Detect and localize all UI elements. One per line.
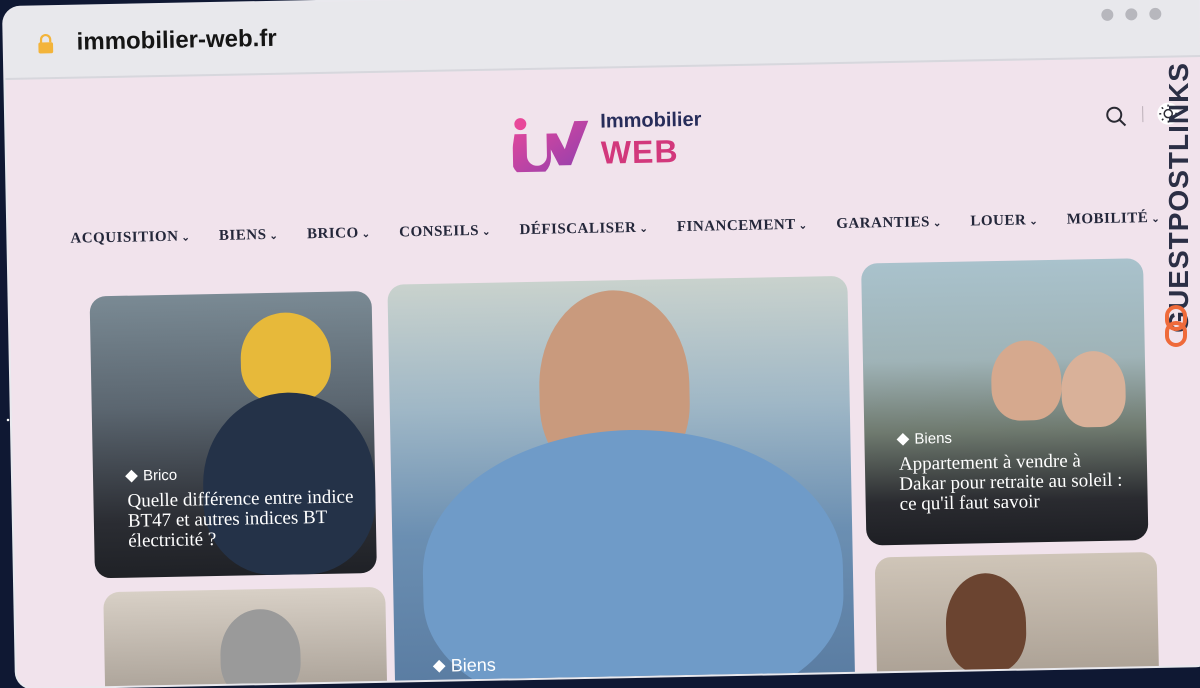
- nav-item-biens[interactable]: BIENS⌄: [219, 227, 279, 245]
- chevron-down-icon: ⌄: [933, 218, 942, 229]
- nav-item-acquisition[interactable]: ACQUISITION⌄: [70, 228, 190, 247]
- lock-icon: [34, 33, 56, 55]
- article-card-bt47[interactable]: Brico Quelle différence entre indice BT4…: [90, 291, 377, 578]
- chevron-down-icon: ⌄: [799, 221, 808, 232]
- chain-link-icon: [1164, 304, 1188, 348]
- chevron-down-icon: ⌄: [639, 224, 648, 235]
- chevron-down-icon: ⌄: [362, 229, 371, 240]
- woman-photo: [945, 573, 1027, 675]
- article-title[interactable]: Appartement à vendre à Dakar pour retrai…: [899, 450, 1130, 514]
- site-logo[interactable]: Immobilier WEB: [512, 107, 703, 177]
- header-divider: [1142, 106, 1143, 122]
- window-controls: [1101, 8, 1161, 21]
- search-icon[interactable]: [1104, 104, 1128, 128]
- chevron-down-icon: ⌄: [482, 227, 491, 238]
- man-shirt: [420, 426, 845, 688]
- chevron-down-icon: ⌄: [1029, 216, 1038, 227]
- logo-text-immobilier: Immobilier: [600, 109, 702, 134]
- window-dot[interactable]: [1149, 8, 1161, 20]
- article-card-dakar[interactable]: Biens Appartement à vendre à Dakar pour …: [861, 258, 1148, 545]
- window-dot[interactable]: [1125, 8, 1137, 20]
- window-dot[interactable]: [1101, 9, 1113, 21]
- browser-address-bar: immobilier-web.fr: [4, 0, 1200, 80]
- watermark-text: GUESTPOSTLINKS: [1163, 62, 1195, 333]
- url-text[interactable]: immobilier-web.fr: [76, 25, 277, 57]
- nav-item-conseils[interactable]: CONSEILS⌄: [399, 223, 491, 242]
- worker-photo: [240, 312, 332, 404]
- category-tag[interactable]: Biens: [435, 655, 496, 677]
- category-tag[interactable]: Brico: [127, 467, 178, 485]
- article-card-featured[interactable]: Biens: [387, 276, 855, 688]
- woman-photo: [220, 608, 302, 687]
- article-title[interactable]: Quelle différence entre indice BT47 et a…: [127, 487, 358, 551]
- chevron-down-icon: ⌄: [1151, 214, 1160, 225]
- logo-text-web: WEB: [601, 133, 679, 171]
- senior-woman-photo: [1061, 351, 1126, 428]
- browser-window: immobilier-web.fr Immobilier WEB: [4, 0, 1200, 688]
- chevron-down-icon: ⌄: [181, 232, 190, 243]
- nav-item-louer[interactable]: LOUER⌄: [970, 212, 1038, 230]
- category-tag[interactable]: Biens: [898, 430, 952, 448]
- nav-item-garanties[interactable]: GARANTIES⌄: [836, 214, 942, 233]
- logo-mark-icon: [512, 109, 597, 173]
- nav-item-mobilite[interactable]: MOBILITÉ⌄: [1067, 210, 1161, 229]
- nav-item-brico[interactable]: BRICO⌄: [307, 225, 371, 243]
- diamond-icon: [433, 660, 446, 673]
- main-navigation: ACQUISITION⌄ BIENS⌄ BRICO⌄ CONSEILS⌄ DÉF…: [70, 210, 1160, 248]
- nav-item-financement[interactable]: FINANCEMENT⌄: [677, 217, 808, 237]
- chevron-down-icon: ⌄: [269, 231, 278, 242]
- diamond-icon: [125, 470, 138, 483]
- article-card-lower-left[interactable]: [103, 587, 387, 688]
- senior-man-photo: [991, 340, 1063, 421]
- nav-item-defiscaliser[interactable]: DÉFISCALISER⌄: [519, 220, 648, 239]
- diamond-icon: [897, 433, 910, 446]
